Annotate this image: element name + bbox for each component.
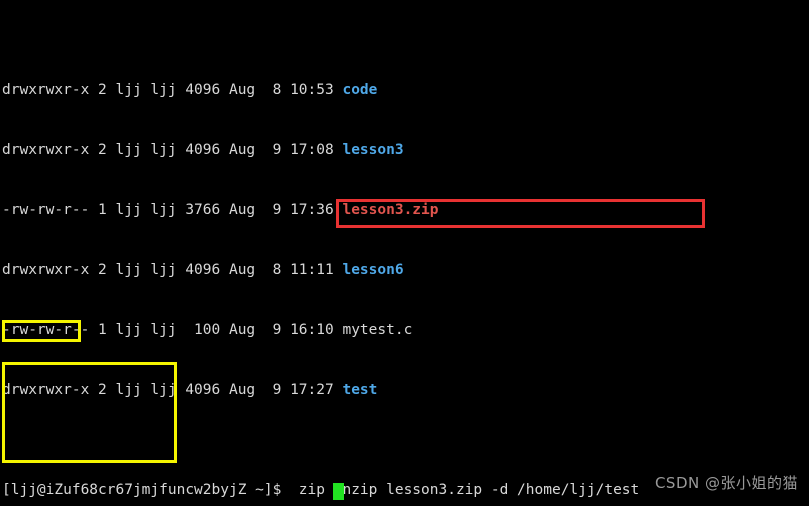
listing-name[interactable]: lesson3	[342, 142, 403, 158]
listing-row: -rw-rw-r-- 1 ljj ljj 100 Aug 9 16:10 myt…	[2, 320, 639, 340]
listing-row: drwxrwxr-x 2 ljj ljj 4096 Aug 8 10:53 co…	[2, 80, 639, 100]
terminal-screen: drwxrwxr-x 2 ljj ljj 4096 Aug 8 10:53 co…	[2, 0, 639, 506]
listing-name[interactable]: lesson6	[342, 262, 403, 278]
listing-name[interactable]: lesson3.zip	[342, 202, 438, 218]
watermark-text: CSDN @张小姐的猫	[654, 474, 798, 492]
listing-row: -rw-rw-r-- 1 ljj ljj 3766 Aug 9 17:36 le…	[2, 200, 639, 220]
listing-row: drwxrwxr-x 2 ljj ljj 4096 Aug 9 17:27 te…	[2, 380, 639, 400]
text-cursor	[333, 483, 344, 500]
listing-meta: -rw-rw-r-- 1 ljj ljj 100 Aug 9 16:10	[2, 322, 343, 338]
listing-row: drwxrwxr-x 2 ljj ljj 4096 Aug 8 11:11 le…	[2, 260, 639, 280]
listing-meta: drwxrwxr-x 2 ljj ljj 4096 Aug 9 17:27	[2, 382, 343, 398]
listing-meta: -rw-rw-r-- 1 ljj ljj 3766 Aug 9 17:36	[2, 202, 343, 218]
listing-name[interactable]: mytest.c	[342, 322, 412, 338]
listing-row: drwxrwxr-x 2 ljj ljj 4096 Aug 9 17:08 le…	[2, 140, 639, 160]
listing-name[interactable]: test	[342, 382, 377, 398]
listing-name[interactable]: code	[342, 82, 377, 98]
zip-command-line[interactable]: [ljj@iZuf68cr67jmjfuncw2byjZ ~]$ zip unz…	[2, 480, 639, 500]
listing-meta: drwxrwxr-x 2 ljj ljj 4096 Aug 8 10:53	[2, 82, 343, 98]
listing-meta: drwxrwxr-x 2 ljj ljj 4096 Aug 8 11:11	[2, 262, 343, 278]
terminal-window[interactable]: drwxrwxr-x 2 ljj ljj 4096 Aug 8 10:53 co…	[0, 0, 809, 506]
listing-meta: drwxrwxr-x 2 ljj ljj 4096 Aug 9 17:08	[2, 142, 343, 158]
